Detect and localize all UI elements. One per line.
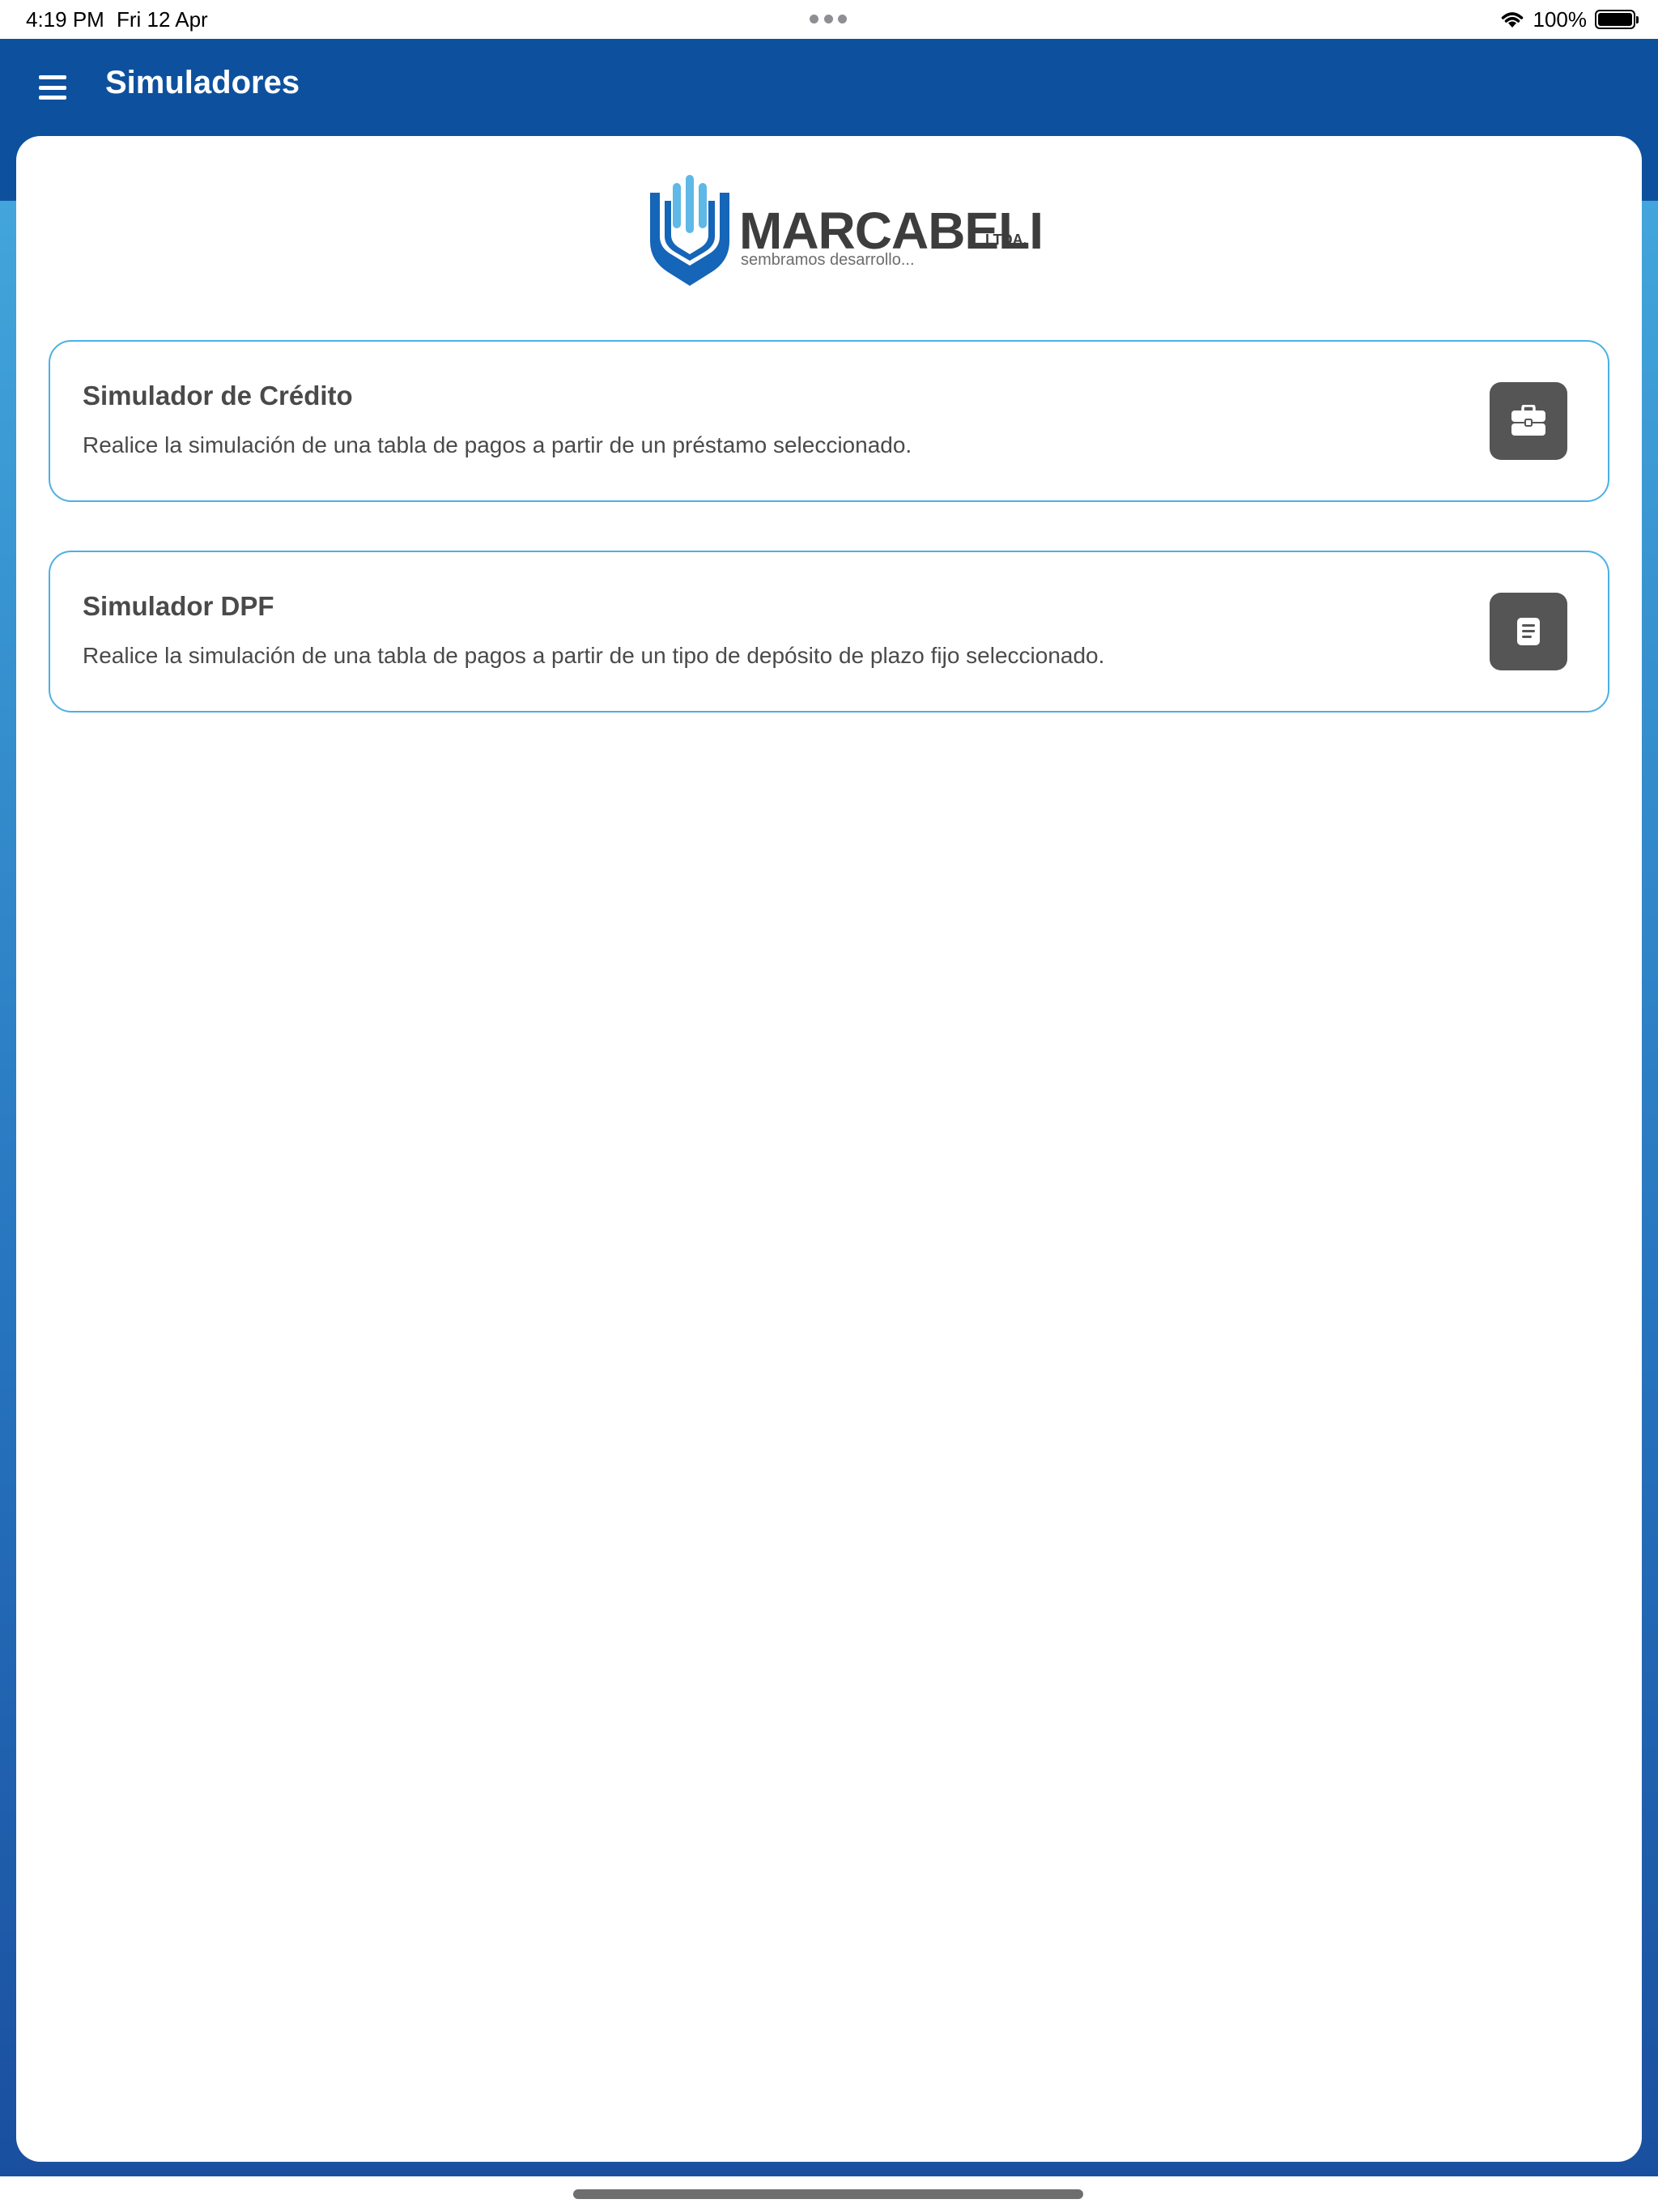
toolbar: Simuladores xyxy=(0,39,1658,136)
content-card: MARCABELI LTDA. sembramos desarrollo... … xyxy=(16,136,1642,2162)
hand-logo-icon xyxy=(650,175,729,286)
status-time: 4:19 PM xyxy=(26,7,104,32)
status-bar: 4:19 PM Fri 12 Apr 100% xyxy=(0,0,1658,39)
card-description: Realice la simulación de una tabla de pa… xyxy=(83,432,912,457)
card-description: Realice la simulación de una tabla de pa… xyxy=(83,643,1105,668)
marcabeli-logo: MARCABELI LTDA. sembramos desarrollo... xyxy=(644,168,1044,290)
status-indicators: 100% xyxy=(1499,6,1639,32)
battery-percent: 100% xyxy=(1533,6,1588,32)
document-button[interactable] xyxy=(1490,593,1567,670)
document-icon xyxy=(1517,618,1540,645)
multitasking-dots-icon[interactable] xyxy=(810,15,847,24)
card-title: Simulador de Crédito xyxy=(83,381,353,410)
home-indicator[interactable] xyxy=(573,2189,1083,2199)
status-date: Fri 12 Apr xyxy=(117,7,208,32)
battery-icon xyxy=(1595,10,1639,29)
logo-tagline: sembramos desarrollo... xyxy=(741,251,915,269)
hamburger-menu-icon[interactable] xyxy=(36,71,70,104)
briefcase-icon xyxy=(1511,405,1545,436)
briefcase-button[interactable] xyxy=(1490,382,1567,460)
card-title: Simulador DPF xyxy=(83,591,274,621)
screen: 4:19 PM Fri 12 Apr 100% Simuladores MARC… xyxy=(0,0,1658,2212)
page-title: Simuladores xyxy=(105,65,300,100)
dpf-simulator-card[interactable]: Simulador DPF Realice la simulación de u… xyxy=(49,551,1609,713)
credit-simulator-card[interactable]: Simulador de Crédito Realice la simulaci… xyxy=(49,340,1609,502)
wifi-icon xyxy=(1501,12,1523,28)
logo-suffix: LTDA. xyxy=(985,232,1027,248)
